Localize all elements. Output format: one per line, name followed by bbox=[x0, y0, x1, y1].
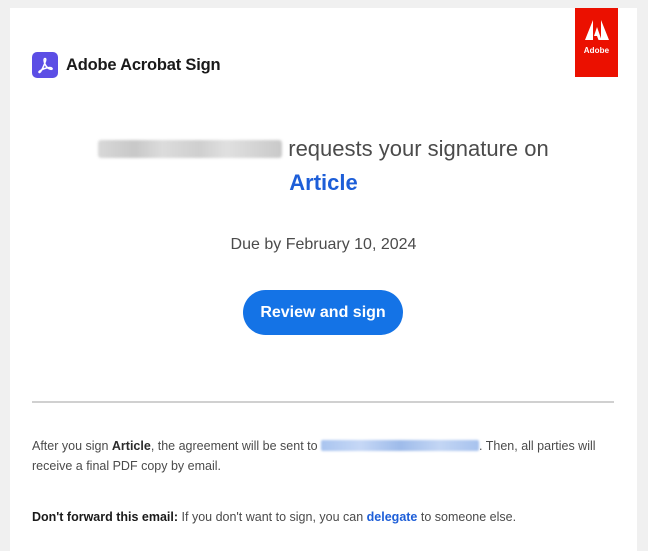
request-text: requests your signature on bbox=[288, 136, 549, 161]
due-date: Due by February 10, 2024 bbox=[230, 236, 417, 253]
warning-text-1: If you don't want to sign, you can bbox=[178, 510, 367, 524]
review-and-sign-button[interactable]: Review and sign bbox=[243, 290, 403, 335]
sender-name-redacted bbox=[98, 140, 283, 158]
adobe-logo-icon bbox=[584, 20, 609, 40]
info-text-2: , the agreement will be sent to bbox=[150, 439, 322, 453]
warning-text-2: to someone else. bbox=[417, 510, 517, 524]
signature-request-line: requests your signature on bbox=[10, 136, 637, 162]
warning-label: Don't forward this email: bbox=[32, 510, 179, 524]
email-card: Adobe Adobe Acrobat Sign requests your s… bbox=[10, 8, 637, 551]
document-title[interactable]: Article bbox=[10, 170, 637, 196]
acrobat-icon bbox=[32, 52, 58, 78]
info-doc-name: Article bbox=[111, 439, 151, 453]
recipient-email-redacted[interactable] bbox=[321, 440, 480, 451]
divider bbox=[32, 401, 614, 403]
adobe-badge: Adobe bbox=[575, 8, 618, 77]
delegate-link[interactable]: delegate bbox=[367, 510, 418, 524]
brand-name: Adobe Acrobat Sign bbox=[66, 55, 221, 74]
forward-warning: Don't forward this email: If you don't w… bbox=[32, 510, 622, 524]
info-paragraph: After you sign Article, the agreement wi… bbox=[32, 436, 622, 476]
adobe-badge-label: Adobe bbox=[583, 46, 610, 55]
info-text-1: After you sign bbox=[32, 439, 112, 453]
brand-header: Adobe Acrobat Sign bbox=[32, 52, 221, 78]
